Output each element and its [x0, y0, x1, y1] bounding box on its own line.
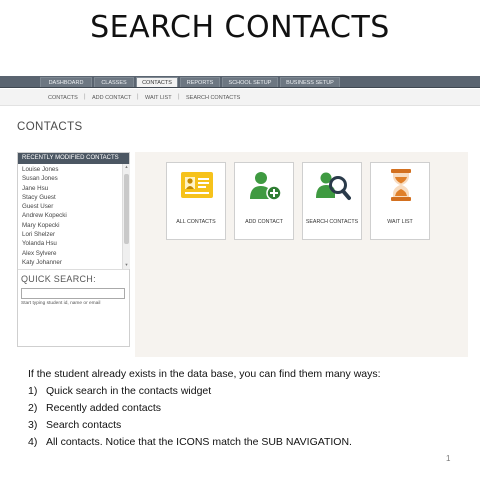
app-window: DASHBOARD CLASSES CONTACTS REPORTS SCHOO… [0, 76, 480, 357]
quick-search: QUICK SEARCH: Start typing student id, n… [18, 269, 129, 310]
tab-contacts[interactable]: CONTACTS [136, 77, 178, 87]
point-text: Recently added contacts [46, 402, 161, 414]
subnav-wait-list[interactable]: WAIT LIST [145, 95, 172, 101]
id-card-icon [181, 172, 213, 198]
point-number: 2) [28, 402, 38, 414]
slide-title: SEARCH CONTACTS [90, 10, 390, 45]
subnav-contacts[interactable]: CONTACTS [48, 95, 78, 101]
hourglass-icon [391, 169, 411, 201]
notes-intro: If the student already exists in the dat… [28, 368, 381, 380]
list-scrollbar[interactable]: ▲ ▼ [122, 164, 130, 269]
list-item[interactable]: Lori Shelzer [22, 230, 118, 239]
tile-add-contact[interactable]: ADD CONTACT [234, 162, 294, 240]
scrollbar-thumb[interactable] [124, 174, 129, 244]
quick-search-input[interactable] [21, 288, 125, 299]
point-number: 3) [28, 419, 38, 431]
scroll-up-icon[interactable]: ▲ [124, 164, 129, 170]
tab-dashboard[interactable]: DASHBOARD [40, 77, 92, 87]
tile-all-contacts[interactable]: ALL CONTACTS [166, 162, 226, 240]
notes-point: 4) All contacts. Notice that the ICONS ma… [28, 434, 381, 451]
quick-search-hint: Start typing student id, name or email [21, 301, 101, 306]
widget-header: RECENTLY MODIFIED CONTACTS [18, 153, 129, 164]
quick-search-label: QUICK SEARCH: [21, 274, 96, 284]
list-item[interactable]: Susan Jones [22, 174, 118, 183]
tab-reports[interactable]: REPORTS [180, 77, 220, 87]
tab-business-setup[interactable]: BUSINESS SETUP [280, 77, 340, 87]
tile-label: WAIT LIST [387, 219, 413, 225]
slide-notes: If the student already exists in the dat… [28, 368, 381, 451]
list-item[interactable]: Yolanda Hsu [22, 239, 118, 248]
top-navigation: DASHBOARD CLASSES CONTACTS REPORTS SCHOO… [0, 76, 480, 88]
add-person-icon [250, 172, 282, 201]
list-item[interactable]: Katy Johanner [22, 258, 118, 267]
subnav-search-contacts[interactable]: SEARCH CONTACTS [186, 95, 240, 101]
list-item[interactable]: Mary Kopecki [22, 221, 118, 230]
point-number: 4) [28, 436, 38, 448]
page-number: 1 [446, 454, 451, 463]
list-item[interactable]: Louise Jones [22, 165, 118, 174]
sub-navigation: CONTACTS | ADD CONTACT | WAIT LIST | SEA… [0, 89, 480, 106]
list-item[interactable]: Andrew Kopecki [22, 211, 118, 220]
point-text: Search contacts [46, 419, 122, 431]
contacts-widget: RECENTLY MODIFIED CONTACTS Louise Jones … [17, 152, 130, 347]
tile-label: ALL CONTACTS [176, 219, 216, 225]
tile-label: SEARCH CONTACTS [305, 219, 359, 225]
subnav-separator: | [137, 94, 139, 100]
list-item[interactable]: Jane Hsu [22, 184, 118, 193]
subnav-separator: | [84, 94, 86, 100]
page-heading: CONTACTS [17, 121, 83, 133]
point-text: All contacts. Notice that the ICONS matc… [46, 436, 352, 448]
search-person-icon [316, 172, 351, 200]
notes-point: 2) Recently added contacts [28, 400, 381, 417]
tile-wait-list[interactable]: WAIT LIST [370, 162, 430, 240]
tile-search-contacts[interactable]: SEARCH CONTACTS [302, 162, 362, 240]
tile-label: ADD CONTACT [245, 219, 283, 225]
point-text: Quick search in the contacts widget [46, 385, 212, 397]
point-number: 1) [28, 385, 38, 397]
list-item[interactable]: Guest User [22, 202, 118, 211]
subnav-add-contact[interactable]: ADD CONTACT [92, 95, 131, 101]
recent-contacts-list: Louise Jones Susan Jones Jane Hsu Stacy … [18, 164, 122, 269]
notes-point: 1) Quick search in the contacts widget [28, 383, 381, 400]
subnav-separator: | [178, 94, 180, 100]
scroll-down-icon[interactable]: ▼ [124, 262, 129, 268]
list-item[interactable]: Stacy Guest [22, 193, 118, 202]
list-item[interactable]: Alex Sylvere [22, 249, 118, 258]
notes-point: 3) Search contacts [28, 417, 381, 434]
tab-school-setup[interactable]: SCHOOL SETUP [222, 77, 278, 87]
tab-classes[interactable]: CLASSES [94, 77, 134, 87]
